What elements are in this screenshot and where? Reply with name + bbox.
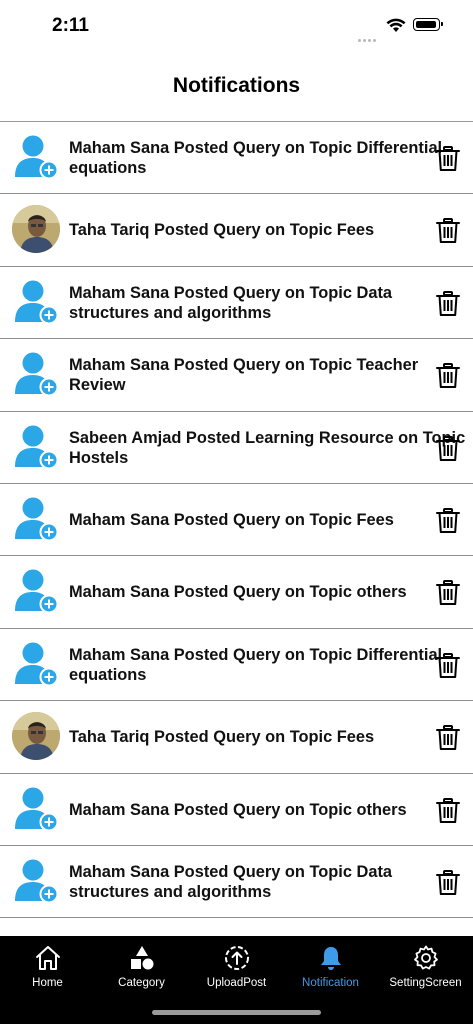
trash-icon[interactable] bbox=[436, 436, 460, 462]
add-user-icon bbox=[12, 567, 60, 615]
home-indicator bbox=[152, 1010, 321, 1015]
notification-text: Maham Sana Posted Query on Topic Differe… bbox=[69, 139, 443, 177]
bell-icon bbox=[317, 944, 345, 977]
notification-row[interactable]: Taha Tariq Posted Query on Topic Fees bbox=[0, 701, 473, 774]
tab-home[interactable]: Home bbox=[0, 936, 95, 996]
tab-uploadpost[interactable]: UploadPost bbox=[189, 936, 284, 996]
tab-label: SettingScreen bbox=[389, 977, 462, 989]
notification-text: Taha Tariq Posted Query on Topic Fees bbox=[69, 728, 375, 747]
status-time: 2:11 bbox=[52, 15, 89, 36]
avatar bbox=[12, 205, 60, 254]
status-bar: 2:11 bbox=[0, 0, 473, 52]
notification-row[interactable]: Taha Tariq Posted Query on Topic Fees bbox=[0, 194, 473, 267]
header: Notifications bbox=[0, 52, 473, 122]
notification-text: Maham Sana Posted Query on Topic others bbox=[69, 583, 407, 602]
tab-label: Notification bbox=[302, 977, 359, 989]
notification-text: Taha Tariq Posted Query on Topic Fees bbox=[69, 221, 375, 240]
add-user-icon bbox=[12, 495, 60, 543]
trash-icon[interactable] bbox=[436, 798, 460, 824]
add-user-icon bbox=[12, 133, 60, 181]
tab-settingscreen[interactable]: SettingScreen bbox=[378, 936, 473, 996]
notification-text: Maham Sana Posted Query on Topic Fees bbox=[69, 510, 394, 529]
notification-row[interactable]: Sabeen Amjad Posted Learning Resource on… bbox=[0, 412, 473, 484]
notification-row[interactable]: Maham Sana Posted Query on Topic Differe… bbox=[0, 629, 473, 702]
wifi-icon bbox=[386, 18, 406, 32]
notification-list[interactable]: Maham Sana Posted Query on Topic Differe… bbox=[0, 122, 473, 936]
upload-icon bbox=[223, 944, 251, 977]
trash-icon[interactable] bbox=[436, 363, 460, 389]
trash-icon[interactable] bbox=[436, 508, 460, 534]
notification-row[interactable]: Maham Sana Posted Query on Topic others bbox=[0, 774, 473, 846]
trash-icon[interactable] bbox=[436, 870, 460, 896]
add-user-icon bbox=[12, 278, 60, 326]
category-icon bbox=[128, 944, 156, 977]
tab-label: Home bbox=[32, 977, 63, 989]
trash-icon[interactable] bbox=[436, 291, 460, 317]
notification-row[interactable]: Maham Sana Posted Query on Topic others bbox=[0, 556, 473, 629]
tab-label: UploadPost bbox=[206, 977, 267, 989]
gear-icon bbox=[412, 944, 440, 977]
notification-text: Maham Sana Posted Query on Topic Data st… bbox=[69, 283, 393, 322]
battery-icon bbox=[413, 18, 443, 31]
notification-text: Maham Sana Posted Query on Topic Teacher… bbox=[69, 356, 419, 395]
add-user-icon bbox=[12, 350, 60, 398]
add-user-icon bbox=[12, 640, 60, 688]
add-user-icon bbox=[12, 423, 60, 471]
notification-text: Sabeen Amjad Posted Learning Resource on… bbox=[69, 428, 466, 467]
notification-text: Maham Sana Posted Query on Topic others bbox=[69, 800, 407, 819]
tab-label: Category bbox=[118, 977, 165, 989]
trash-icon[interactable] bbox=[436, 146, 460, 172]
notification-text: Maham Sana Posted Query on Topic Data st… bbox=[69, 862, 393, 901]
tab-category[interactable]: Category bbox=[94, 936, 189, 996]
tab-notification[interactable]: Notification bbox=[283, 936, 378, 996]
page-title: Notifications bbox=[172, 74, 301, 97]
add-user-icon bbox=[12, 857, 60, 905]
notification-text: Maham Sana Posted Query on Topic Differe… bbox=[69, 645, 443, 684]
avatar bbox=[12, 712, 60, 761]
home-icon bbox=[34, 944, 62, 977]
trash-icon[interactable] bbox=[436, 218, 460, 244]
add-user-icon bbox=[12, 785, 60, 833]
notification-row[interactable]: Maham Sana Posted Query on Topic Fees bbox=[0, 484, 473, 557]
trash-icon[interactable] bbox=[436, 580, 460, 606]
trash-icon[interactable] bbox=[436, 725, 460, 751]
trash-icon[interactable] bbox=[436, 653, 460, 679]
notification-row[interactable]: Maham Sana Posted Query on Topic Differe… bbox=[0, 122, 473, 195]
signal-icon bbox=[358, 29, 380, 42]
notification-row[interactable]: Maham Sana Posted Query on Topic Teacher… bbox=[0, 339, 473, 412]
notification-row[interactable]: Maham Sana Posted Query on Topic Data st… bbox=[0, 267, 473, 340]
notification-row[interactable]: Maham Sana Posted Query on Topic Data st… bbox=[0, 846, 473, 919]
